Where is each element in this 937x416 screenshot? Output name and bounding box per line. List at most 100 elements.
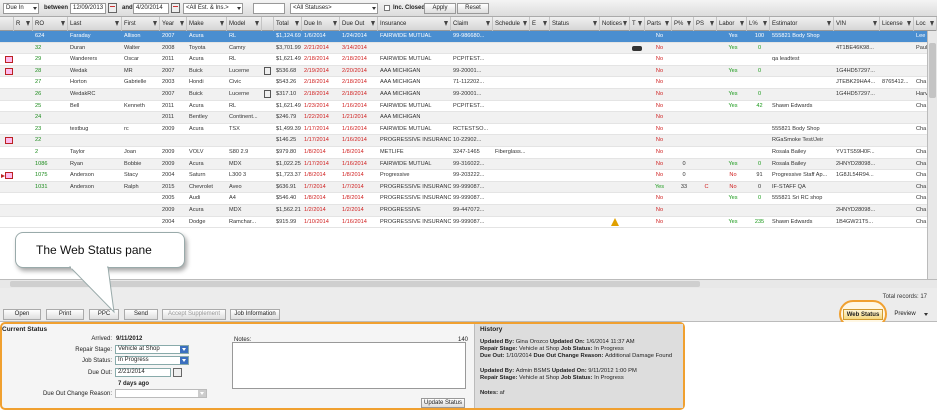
column-header[interactable]: Estimator <box>770 17 834 31</box>
table-row[interactable]: 1086 Ryan Bobbie 2009 Acura MDX $1,022.25 1/17/… <box>0 158 927 171</box>
column-header[interactable]: Total <box>274 17 302 31</box>
repair-flag-icon[interactable] <box>5 137 13 145</box>
column-header[interactable] <box>262 17 274 31</box>
chevron-down-icon[interactable] <box>924 313 928 316</box>
column-header[interactable]: First <box>122 17 160 31</box>
send-button[interactable]: Send <box>124 309 158 320</box>
repair-flag-icon[interactable] <box>5 67 13 75</box>
status-select[interactable]: <All Statuses> <box>290 3 378 14</box>
filter-icon[interactable] <box>220 21 224 26</box>
filter-icon[interactable] <box>763 21 767 26</box>
filter-icon[interactable] <box>486 21 490 26</box>
column-header[interactable]: License <box>880 17 914 31</box>
filter-icon[interactable] <box>153 21 157 26</box>
table-row[interactable]: 27 Horton Gabrielle 2003 Hondi Civic $543.26 2/… <box>0 77 927 89</box>
job-status-select[interactable]: In Progress <box>115 356 189 365</box>
filter-icon[interactable] <box>687 21 691 26</box>
column-header[interactable]: Status <box>550 17 600 31</box>
filter-icon[interactable] <box>665 21 669 26</box>
column-header[interactable]: Model <box>227 17 262 31</box>
filter-icon[interactable] <box>907 21 911 26</box>
column-header[interactable]: L% <box>747 17 770 31</box>
vertical-scrollbar[interactable] <box>927 31 937 279</box>
column-header[interactable]: E <box>530 17 550 31</box>
date-from-input[interactable]: 12/09/2013 <box>70 3 106 14</box>
column-header[interactable]: R <box>14 17 33 31</box>
filter-icon[interactable] <box>371 21 375 26</box>
filter-icon[interactable] <box>638 21 642 26</box>
table-row[interactable]: 32 Duran Walter 2008 Toyota Camry $3,701.99 2/2… <box>0 42 927 55</box>
warning-icon[interactable] <box>611 217 619 226</box>
accept-supplement-button[interactable]: Accept Supplement <box>162 309 226 320</box>
table-row[interactable]: 1075 Anderson Stacy 2004 Saturn L300 3 $1,723.… <box>0 170 927 182</box>
table-row[interactable]: 2009 Acura MDX $1,562.21 1/2/2014 1/2/2014 PRO… <box>0 205 927 217</box>
calendar-icon[interactable] <box>171 3 180 13</box>
column-header[interactable]: Year <box>160 17 187 31</box>
column-header[interactable]: PS <box>694 17 717 31</box>
open-button[interactable]: Open <box>3 309 41 320</box>
column-header[interactable]: Due Out <box>340 17 378 31</box>
due-out-change-reason-select[interactable] <box>115 389 207 398</box>
filter-icon[interactable] <box>444 21 448 26</box>
date-type-select[interactable]: Due In <box>3 3 39 14</box>
repair-flag-icon[interactable] <box>5 56 13 64</box>
table-row[interactable]: 1031 Anderson Ralph 2015 Chevrolet Aveo $636.9… <box>0 181 927 194</box>
filter-icon[interactable] <box>740 21 744 26</box>
apply-button[interactable]: Apply <box>424 3 456 14</box>
column-header[interactable]: Labor <box>717 17 747 31</box>
table-row[interactable]: 22 $146.25 1/17/2014 1/16/2014 PROGRESSIVE I… <box>0 135 927 147</box>
table-row[interactable]: 29 Wanderers Oscar 2011 Acura RL $1,621.49 2/18… <box>0 54 927 66</box>
filter-icon[interactable] <box>710 21 714 26</box>
document-icon[interactable] <box>264 66 271 75</box>
column-header[interactable]: T <box>630 17 645 31</box>
search-input[interactable] <box>253 3 285 14</box>
column-header[interactable]: Last <box>68 17 122 31</box>
column-header[interactable]: Make <box>187 17 227 31</box>
horizontal-scrollbar[interactable] <box>0 279 937 288</box>
estimator-select[interactable]: <All Est. & Ins.> <box>183 3 243 14</box>
column-header[interactable]: Parts <box>645 17 672 31</box>
table-row[interactable]: 28 Wedak MR 2007 Buick Lucerne $536.68 2/19/201… <box>0 65 927 78</box>
web-status-button[interactable]: Web Status <box>843 309 883 320</box>
column-header[interactable]: VIN <box>834 17 880 31</box>
filter-icon[interactable] <box>61 21 65 26</box>
table-row[interactable]: 23 testbug rc 2009 Acura TSX $1,499.39 1/17/201… <box>0 124 927 136</box>
inc-closed-checkbox[interactable] <box>384 5 390 11</box>
due-out-input[interactable]: 2/21/2014 <box>115 368 171 377</box>
scrollbar-thumb[interactable] <box>929 43 936 98</box>
update-status-button[interactable]: Update Status <box>421 398 465 408</box>
document-icon[interactable] <box>264 90 271 98</box>
filter-icon[interactable] <box>26 21 30 26</box>
table-row[interactable]: 25 Bell Kenneth 2011 Acura RL $1,621.49 1/23/20… <box>0 101 927 113</box>
column-header[interactable]: P% <box>672 17 694 31</box>
column-header[interactable]: Claim <box>451 17 493 31</box>
filter-icon[interactable] <box>295 21 299 26</box>
calendar-icon[interactable] <box>173 368 182 377</box>
filter-icon[interactable] <box>593 21 597 26</box>
filter-icon[interactable] <box>255 21 259 26</box>
table-row[interactable]: 2005 Audi A4 $546.40 1/8/2014 1/8/2014 PROGRES… <box>0 193 927 205</box>
repair-stage-select[interactable]: Vehicle at Shop <box>115 345 189 354</box>
filter-icon[interactable] <box>115 21 119 26</box>
column-header[interactable]: Insurance <box>378 17 451 31</box>
column-header[interactable]: Loc <box>914 17 937 31</box>
reset-button[interactable]: Reset <box>457 3 489 14</box>
column-header[interactable]: RO <box>33 17 68 31</box>
column-header[interactable]: Notices <box>600 17 630 31</box>
preview-button[interactable]: Preview <box>890 309 920 320</box>
repair-flag-icon[interactable] <box>5 172 13 180</box>
filter-icon[interactable] <box>623 21 627 26</box>
table-row[interactable]: 2 Taylor Joan 2009 VOLV S80 2.9 $979.80 1/8/201… <box>0 147 927 159</box>
filter-icon[interactable] <box>180 21 184 26</box>
job-information-button[interactable]: Job Information <box>230 309 280 320</box>
filter-icon[interactable] <box>523 21 527 26</box>
column-header[interactable] <box>0 17 14 31</box>
table-row[interactable]: 26 WedakRC 2007 Buick Lucerne $317.10 2/18/201… <box>0 89 927 101</box>
column-header[interactable]: Due In <box>302 17 340 31</box>
table-row[interactable]: 24 2011 Bentley Continent... $246.79 1/22/201… <box>0 112 927 124</box>
filter-icon[interactable] <box>543 21 547 26</box>
date-to-input[interactable]: 4/20/2014 <box>133 3 169 14</box>
table-row[interactable]: 2004 Dodge Ramchar... $915.99 1/10/2014 1/16/… <box>0 217 927 229</box>
notes-textarea[interactable] <box>232 342 466 389</box>
filter-icon[interactable] <box>873 21 877 26</box>
